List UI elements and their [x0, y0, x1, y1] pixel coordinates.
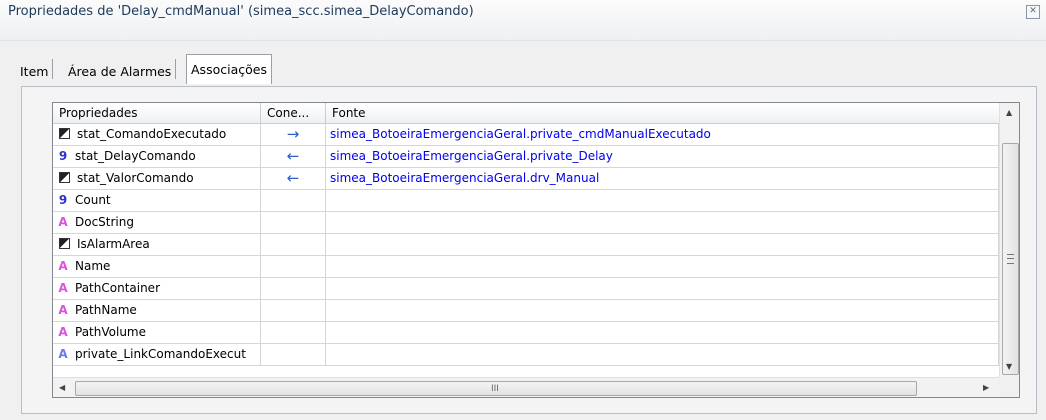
source-link[interactable] [326, 256, 999, 277]
table-row[interactable]: A DocString [53, 212, 999, 234]
arrow-left-icon: ← [286, 147, 300, 165]
source-link[interactable] [326, 300, 999, 321]
horizontal-scrollbar[interactable]: ◀ III ▶ [53, 377, 999, 397]
string-type-icon: A [58, 347, 68, 361]
property-name: Count [75, 193, 111, 207]
table-row[interactable]: A PathName [53, 300, 999, 322]
property-cell[interactable]: 9 stat_DelayComando [53, 146, 261, 167]
property-cell[interactable]: A DocString [53, 212, 261, 233]
connection-cell[interactable]: → [261, 124, 326, 145]
table-row[interactable]: stat_ComandoExecutado → simea_BotoeiraEmer… [53, 124, 999, 146]
property-cell[interactable]: A Name [53, 256, 261, 277]
property-name: stat_ComandoExecutado [77, 127, 227, 141]
scroll-down-icon[interactable]: ▼ [1006, 362, 1012, 371]
source-link[interactable] [326, 190, 999, 211]
property-name: PathName [75, 303, 137, 317]
scrollbar-corner [999, 377, 1019, 397]
source-link[interactable] [326, 344, 999, 365]
grid-header: Propriedades Cone... Fonte [53, 103, 999, 124]
property-name: PathContainer [75, 281, 161, 295]
connection-cell[interactable] [261, 256, 326, 277]
tab-item[interactable]: Item [16, 59, 54, 79]
tab-associations[interactable]: Associações [186, 54, 272, 84]
source-link[interactable] [326, 212, 999, 233]
source-link[interactable]: simea_BotoeiraEmergenciaGeral.private_cm… [326, 124, 999, 145]
string-type-icon: A [58, 303, 68, 317]
table-row[interactable]: stat_ValorComando ← simea_BotoeiraEmergenc… [53, 168, 999, 190]
source-link[interactable]: simea_BotoeiraEmergenciaGeral.drv_Manual [326, 168, 999, 189]
property-cell[interactable]: stat_ComandoExecutado [53, 124, 261, 145]
tab-alarm-area[interactable]: Área de Alarmes [64, 59, 177, 79]
column-header-properties[interactable]: Propriedades [53, 103, 261, 123]
string-type-icon: A [58, 215, 68, 229]
column-header-source[interactable]: Fonte [326, 103, 999, 123]
table-row[interactable]: Aprivate_LinkComandoExecut [53, 344, 999, 366]
boolean-type-icon [59, 172, 70, 183]
integer-type-icon: 9 [58, 149, 68, 163]
column-header-connection[interactable]: Cone... [261, 103, 326, 123]
connection-cell[interactable]: ← [261, 168, 326, 189]
arrow-right-icon: → [286, 125, 300, 143]
property-name: DocString [75, 215, 134, 229]
connection-cell[interactable] [261, 190, 326, 211]
boolean-type-icon [59, 238, 70, 249]
connection-cell[interactable] [261, 322, 326, 343]
scroll-up-icon[interactable]: ▲ [1006, 108, 1012, 117]
title-bar: Propriedades de 'Delay_cmdManual' (simea… [0, 0, 1046, 41]
connection-cell[interactable] [261, 344, 326, 365]
vertical-scroll-thumb[interactable] [1002, 143, 1019, 375]
string-type-icon: A [58, 325, 68, 339]
table-row[interactable]: 9 stat_DelayComando ← simea_BotoeiraEmergen… [53, 146, 999, 168]
property-name: stat_DelayComando [75, 149, 196, 163]
source-link[interactable] [326, 322, 999, 343]
property-cell[interactable]: A PathContainer [53, 278, 261, 299]
property-cell[interactable]: A PathVolume [53, 322, 261, 343]
integer-type-icon: 9 [58, 193, 68, 207]
source-link[interactable] [326, 234, 999, 255]
property-cell[interactable]: Aprivate_LinkComandoExecut [53, 344, 261, 365]
table-row[interactable]: 9 Count [53, 190, 999, 212]
scroll-left-icon[interactable]: ◀ [59, 383, 65, 392]
string-type-icon: A [58, 259, 68, 273]
string-type-icon: A [58, 281, 68, 295]
property-cell[interactable]: A PathName [53, 300, 261, 321]
table-row[interactable]: A Name [53, 256, 999, 278]
associations-grid[interactable]: Propriedades Cone... Fonte stat_ComandoE… [52, 102, 1020, 398]
property-name: Name [75, 259, 111, 273]
connection-cell[interactable] [261, 278, 326, 299]
property-name: IsAlarmArea [77, 237, 150, 251]
connection-cell[interactable]: ← [261, 146, 326, 167]
table-row[interactable]: A PathVolume [53, 322, 999, 344]
property-name: stat_ValorComando [77, 171, 194, 185]
property-cell[interactable]: stat_ValorComando [53, 168, 261, 189]
property-cell[interactable]: 9 Count [53, 190, 261, 211]
vertical-scrollbar[interactable]: ▲ ▼ [999, 103, 1019, 397]
scroll-right-icon[interactable]: ▶ [983, 383, 989, 392]
property-name: private_LinkComandoExecut [75, 347, 246, 361]
source-link[interactable] [326, 278, 999, 299]
close-icon[interactable]: ✕ [1026, 5, 1040, 19]
grip-icon [1007, 254, 1014, 264]
source-link[interactable]: simea_BotoeiraEmergenciaGeral.private_De… [326, 146, 999, 167]
property-name: PathVolume [75, 325, 146, 339]
table-row[interactable]: A PathContainer [53, 278, 999, 300]
boolean-type-icon [59, 128, 70, 139]
connection-cell[interactable] [261, 300, 326, 321]
properties-dialog: Propriedades de 'Delay_cmdManual' (simea… [0, 0, 1046, 420]
table-row[interactable]: IsAlarmArea [53, 234, 999, 256]
connection-cell[interactable] [261, 212, 326, 233]
dialog-title: Propriedades de 'Delay_cmdManual' (simea… [8, 4, 474, 19]
grip-icon: III [491, 384, 499, 394]
connection-cell[interactable] [261, 234, 326, 255]
arrow-left-icon: ← [286, 169, 300, 187]
property-cell[interactable]: IsAlarmArea [53, 234, 261, 255]
horizontal-scroll-thumb[interactable]: III [75, 381, 917, 396]
